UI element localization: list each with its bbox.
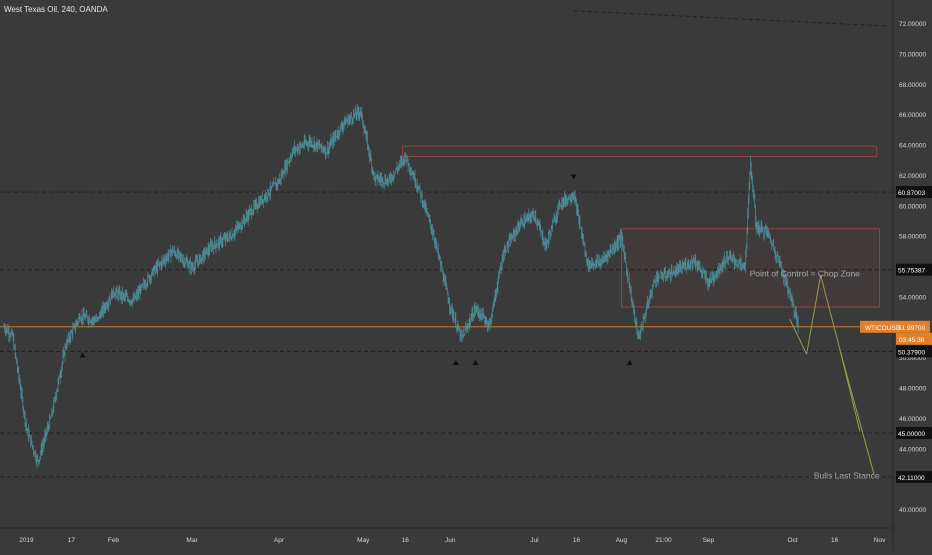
x-tick-label: Mar <box>186 537 198 544</box>
y-tick-label: 72.00000 <box>899 21 926 28</box>
x-tick-label: 21:00 <box>655 537 672 544</box>
x-tick-label: Aug <box>616 537 628 544</box>
current-price-label: 51.99700 <box>898 325 925 332</box>
annotation-bulls-last-stance: Bulls Last Stance <box>814 471 880 481</box>
x-tick-label: Jul <box>530 537 539 544</box>
y-tick-label: 62.00000 <box>899 173 926 180</box>
y-tick-label: 64.00000 <box>899 143 926 150</box>
chart-title: West Texas Oil, 240, OANDA <box>4 5 108 14</box>
y-tick-label: 60.00000 <box>899 203 926 210</box>
level-price-label: 45.00000 <box>898 431 925 438</box>
x-tick-label: May <box>357 537 370 544</box>
x-tick-label: Sep <box>703 537 715 544</box>
x-tick-label: 16 <box>573 537 581 544</box>
x-tick-label: 16 <box>402 537 410 544</box>
level-price-label: 42.11000 <box>898 475 925 482</box>
x-tick-label: 16 <box>831 537 839 544</box>
x-tick-label: Feb <box>108 537 120 544</box>
x-tick-label: 2019 <box>19 537 34 544</box>
y-tick-label: 44.00000 <box>899 446 926 453</box>
x-tick-label: 17 <box>68 537 76 544</box>
y-tick-label: 40.00000 <box>899 507 926 514</box>
y-tick-label: 70.00000 <box>899 51 926 58</box>
y-tick-label: 66.00000 <box>899 112 926 119</box>
level-price-label: 60.87003 <box>898 190 925 197</box>
y-tick-label: 68.00000 <box>899 82 926 89</box>
price-zone <box>402 145 878 158</box>
x-tick-label: Jun <box>445 537 456 544</box>
x-tick-label: Oct <box>788 537 798 544</box>
price-chart[interactable]: Point of Control = Chop Zone Bulls Last S… <box>0 0 932 550</box>
x-tick-label: Apr <box>274 537 285 544</box>
y-tick-label: 58.00000 <box>899 234 926 241</box>
y-tick-label: 48.00000 <box>899 386 926 393</box>
countdown-label: 03:45:38 <box>899 337 925 344</box>
level-price-label: 55.75387 <box>898 268 925 275</box>
x-tick-label: Nov <box>874 537 886 544</box>
y-tick-label: 54.00000 <box>899 294 926 301</box>
chart-root: Point of Control = Chop Zone Bulls Last S… <box>0 0 932 550</box>
annotation-point-of-control: Point of Control = Chop Zone <box>750 269 861 279</box>
level-price-label: 50.37900 <box>898 349 925 356</box>
current-price-symbol: WTICOUSD <box>865 325 901 332</box>
y-tick-label: 46.00000 <box>899 416 926 423</box>
